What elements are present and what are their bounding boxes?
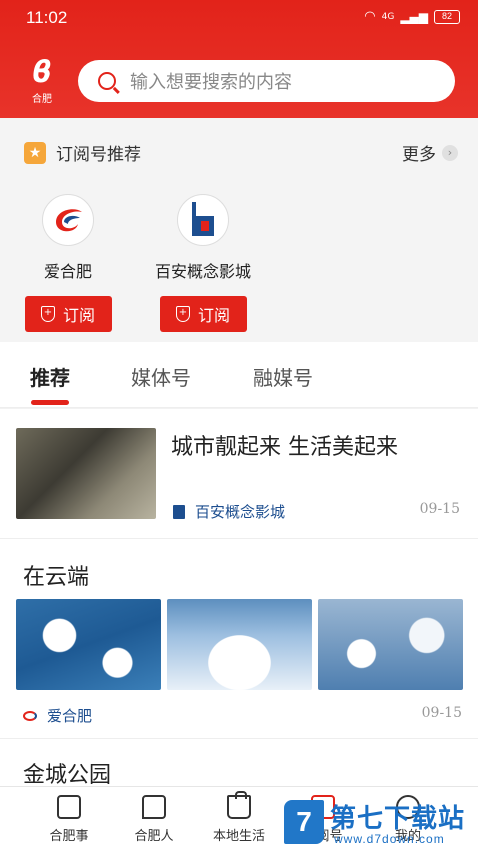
chat-icon xyxy=(142,795,166,819)
source-name: 百安概念影城 xyxy=(195,503,286,521)
logo-label: 合肥 xyxy=(32,94,52,105)
more-label: 更多 xyxy=(402,145,436,165)
network-label: 4G xyxy=(381,11,395,22)
subscribe-button[interactable]: + 订阅 xyxy=(24,296,112,332)
account-card[interactable]: 百安概念影城 + 订阅 xyxy=(143,194,263,332)
plus-shield-icon: + xyxy=(40,306,55,322)
battery-icon: 82 xyxy=(434,9,460,24)
source-logo-icon xyxy=(23,710,37,721)
nav-item-local-life[interactable]: 本地生活 xyxy=(199,791,279,844)
subscribe-button[interactable]: + 订阅 xyxy=(159,296,247,332)
account-card[interactable]: 爱合肥 + 订阅 xyxy=(8,194,128,332)
tab-fusion-media[interactable]: 融媒号 xyxy=(253,362,313,391)
wifi-icon: ◠ xyxy=(364,9,376,24)
article-source[interactable]: 百安概念影城 xyxy=(173,501,285,522)
baian-cinema-logo-icon xyxy=(192,202,214,236)
article-title: 城市靓起来 生活美起来 xyxy=(171,435,398,460)
avatar[interactable] xyxy=(42,194,94,246)
tab-recommend[interactable]: 推荐 xyxy=(30,362,70,391)
news-feed: 城市靓起来 生活美起来 百安概念影城 09-15 在云端 爱合肥 09-15 金… xyxy=(0,409,478,786)
list-item[interactable]: 在云端 爱合肥 09-15 xyxy=(0,539,478,739)
status-icons: ◠ 4G ▂▄▆ 82 xyxy=(364,9,460,24)
watermark-logo-icon: 7 xyxy=(284,800,324,844)
subscription-recommendations: ★ 订阅号推荐 更多 › 爱合肥 + 订阅 百安概念影城 + 订阅 xyxy=(0,118,478,342)
app-logo[interactable]: ϐ 合肥 xyxy=(20,58,64,108)
app-header: 11:02 ◠ 4G ▂▄▆ 82 ϐ 合肥 输入想要搜索的内容 xyxy=(0,0,478,118)
article-title: 金城公园 xyxy=(23,763,112,786)
nav-label: 合肥事 xyxy=(49,829,89,844)
category-tabs: 推荐 媒体号 融媒号 xyxy=(0,342,478,408)
article-thumbnail xyxy=(16,428,156,519)
bag-icon xyxy=(227,791,251,819)
document-icon xyxy=(57,795,81,819)
active-tab-indicator xyxy=(31,400,69,405)
article-source[interactable]: 爱合肥 xyxy=(23,705,92,726)
subscription-title: 订阅号推荐 xyxy=(56,145,141,165)
site-watermark: 7 第七下载站 www.d7down.com xyxy=(282,796,478,850)
aihefei-logo-icon xyxy=(56,209,82,232)
avatar[interactable] xyxy=(177,194,229,246)
search-icon xyxy=(98,72,116,90)
more-button[interactable]: 更多 › xyxy=(402,140,458,165)
nav-label: 合肥人 xyxy=(134,829,174,844)
nav-label: 本地生活 xyxy=(212,829,265,844)
article-image xyxy=(16,599,161,690)
search-placeholder: 输入想要搜索的内容 xyxy=(130,72,292,93)
account-name: 百安概念影城 xyxy=(154,262,251,281)
article-image xyxy=(167,599,312,690)
status-bar: 11:02 ◠ 4G ▂▄▆ 82 xyxy=(0,0,478,36)
source-name: 爱合肥 xyxy=(47,707,93,725)
watermark-url: www.d7down.com xyxy=(334,832,445,846)
article-date: 09-15 xyxy=(421,705,462,721)
article-date: 09-15 xyxy=(419,501,460,517)
subscribe-label: 订阅 xyxy=(197,306,230,325)
nav-item-hefei-affairs[interactable]: 合肥事 xyxy=(29,795,109,844)
status-time: 11:02 xyxy=(26,8,68,27)
subscribe-label: 订阅 xyxy=(62,306,95,325)
star-icon: ★ xyxy=(24,141,46,164)
article-title: 在云端 xyxy=(23,565,90,590)
chevron-right-icon: › xyxy=(442,144,458,161)
signal-icon: ▂▄▆ xyxy=(400,9,428,24)
list-item[interactable]: 城市靓起来 生活美起来 百安概念影城 09-15 xyxy=(0,409,478,539)
article-image xyxy=(318,599,463,690)
source-logo-icon xyxy=(173,504,185,519)
nav-item-hefei-people[interactable]: 合肥人 xyxy=(114,795,194,844)
watermark-text: 第七下载站 xyxy=(330,804,466,834)
tab-media[interactable]: 媒体号 xyxy=(131,362,191,391)
logo-icon: ϐ xyxy=(32,55,52,90)
plus-shield-icon: + xyxy=(175,306,190,322)
search-bar[interactable]: 输入想要搜索的内容 xyxy=(78,60,455,102)
account-name: 爱合肥 xyxy=(43,262,92,281)
subscription-header: ★ 订阅号推荐 xyxy=(24,140,141,165)
